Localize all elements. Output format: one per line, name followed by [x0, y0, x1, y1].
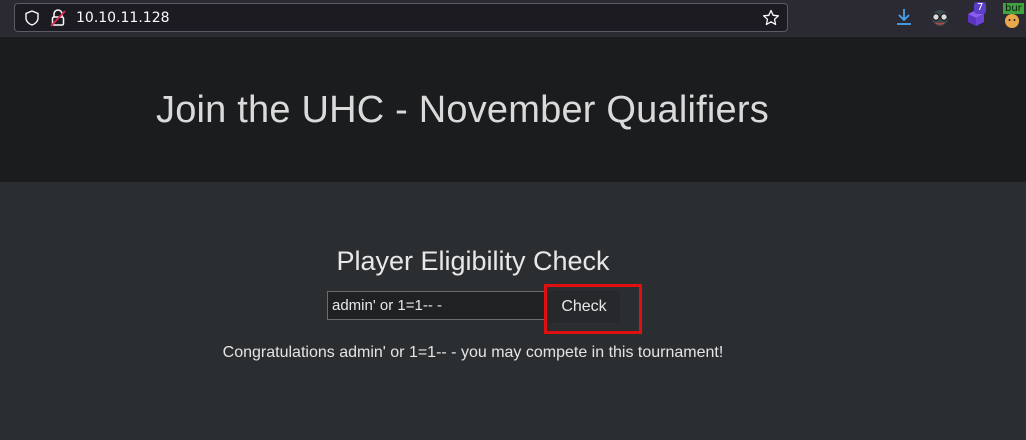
shield-icon[interactable] [24, 10, 40, 26]
url-text[interactable]: 10.10.11.128 [76, 10, 170, 26]
browser-toolbar: 10.10.11.128 7 bur [0, 0, 1026, 36]
download-icon[interactable] [892, 5, 916, 29]
check-button[interactable]: Check [548, 291, 620, 323]
page-header: Join the UHC - November Qualifiers [0, 37, 1026, 182]
section-heading: Player Eligibility Check [336, 246, 610, 276]
extension-badge: 7 [974, 2, 987, 14]
lock-warning-icon[interactable] [50, 9, 66, 27]
bookmark-star-icon[interactable] [762, 9, 780, 27]
result-message: Congratulations admin' or 1=1-- - you ma… [222, 344, 724, 361]
burp-label: bur [1003, 3, 1024, 14]
address-bar[interactable]: 10.10.11.128 [14, 3, 788, 32]
glasses-icon[interactable] [928, 5, 952, 29]
main-content: Player Eligibility Check Check Congratul… [0, 182, 1026, 440]
player-name-input[interactable] [327, 291, 545, 320]
page-title: Join the UHC - November Qualifiers [156, 89, 769, 131]
